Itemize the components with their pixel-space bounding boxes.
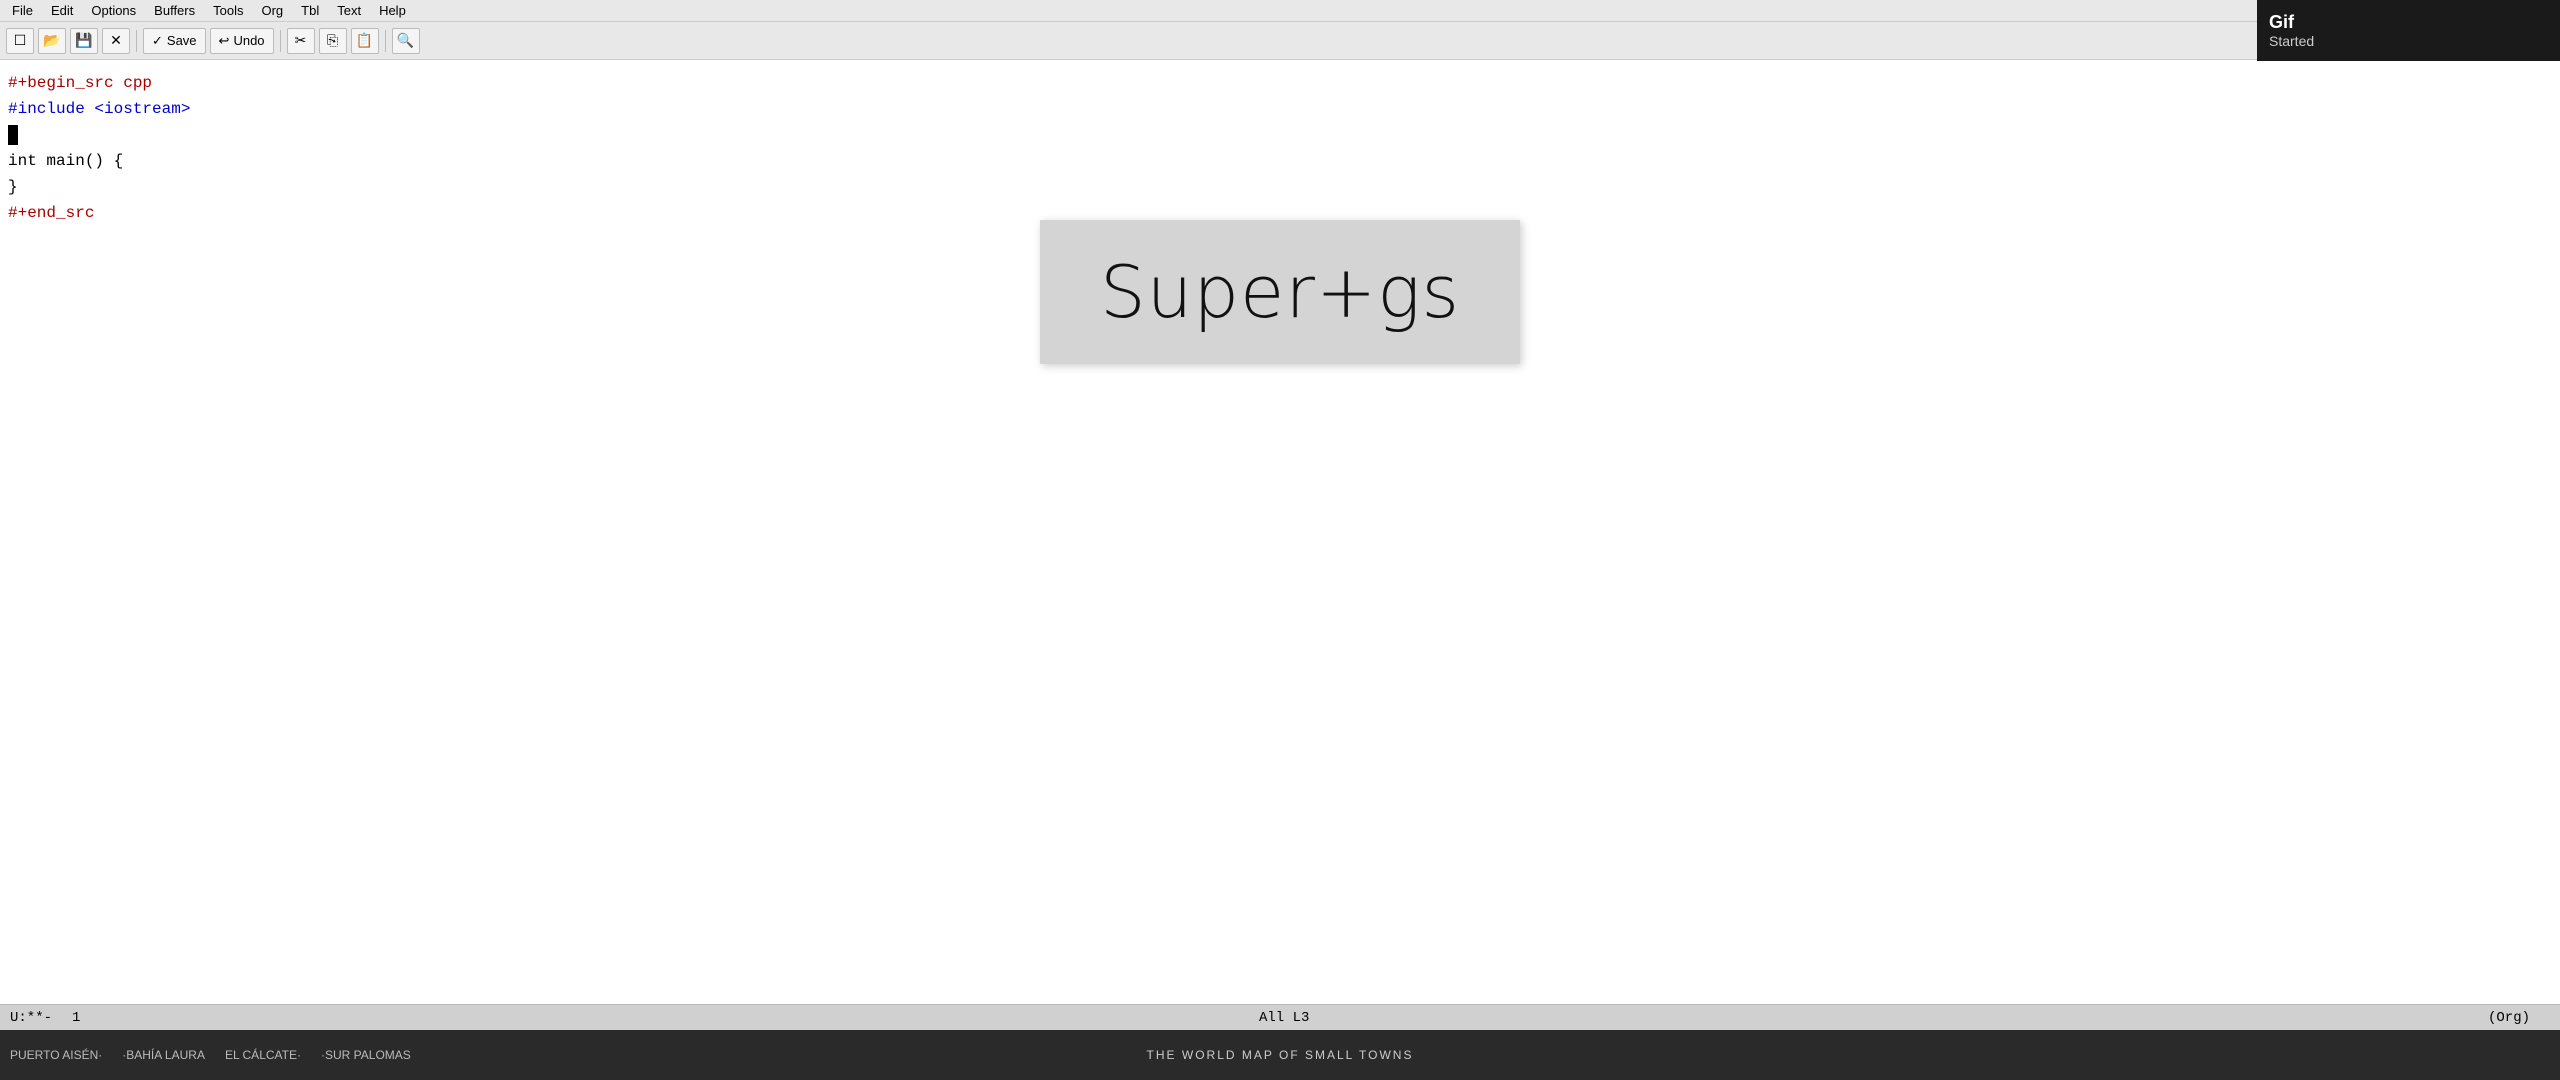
- status-mode: U:**-: [10, 1010, 72, 1026]
- code-line-4: int main() {: [8, 148, 2552, 174]
- disk-icon: 💾: [75, 32, 92, 49]
- close-buffer-button[interactable]: ✕: [102, 28, 130, 54]
- separator-1: [136, 30, 137, 52]
- status-position: All L3: [100, 1010, 2488, 1026]
- save-disk-button[interactable]: 💾: [70, 28, 98, 54]
- new-file-icon: ☐: [14, 32, 27, 49]
- open-file-icon: 📂: [43, 32, 60, 49]
- undo-icon: ↩: [219, 33, 230, 49]
- statusbar: U:**- 1 All L3 (Org): [0, 1004, 2560, 1030]
- menu-tools[interactable]: Tools: [205, 1, 251, 20]
- save-check-icon: ✓: [152, 33, 163, 49]
- cursor: [8, 125, 18, 145]
- taskbar: PUERTO AISÉN· ·BAHÍA LAURA EL CÁLCATE· ·…: [0, 1030, 2560, 1080]
- cut-button[interactable]: ✂: [287, 28, 315, 54]
- status-major-mode: (Org): [2488, 1010, 2550, 1026]
- code-line-5: }: [8, 174, 2552, 200]
- paste-icon: 📋: [356, 32, 373, 49]
- copy-button[interactable]: ⎘: [319, 28, 347, 54]
- editor[interactable]: #+begin_src cpp #include <iostream> int …: [0, 60, 2560, 1004]
- taskbar-item-2: ·BAHÍA LAURA: [122, 1048, 205, 1062]
- menu-buffers[interactable]: Buffers: [146, 1, 203, 20]
- paste-button[interactable]: 📋: [351, 28, 379, 54]
- gif-started-overlay: Gif Started: [2257, 0, 2560, 61]
- undo-button[interactable]: ↩ Undo: [210, 28, 274, 54]
- new-file-button[interactable]: ☐: [6, 28, 34, 54]
- undo-label: Undo: [233, 33, 264, 48]
- taskbar-world-map: THE WORLD MAP OF SMALL TOWNS: [1147, 1048, 1414, 1062]
- taskbar-content: PUERTO AISÉN· ·BAHÍA LAURA EL CÁLCATE· ·…: [10, 1048, 411, 1062]
- search-button[interactable]: 🔍: [392, 28, 420, 54]
- code-line-3: [8, 122, 2552, 148]
- toolbar: ☐ 📂 💾 ✕ ✓ Save ↩ Undo ✂ ⎘ 📋 🔍: [0, 22, 2560, 60]
- gif-title: Gif: [2269, 12, 2548, 33]
- menu-options[interactable]: Options: [83, 1, 144, 20]
- separator-2: [280, 30, 281, 52]
- taskbar-item-3: EL CÁLCATE·: [225, 1048, 301, 1062]
- key-overlay: Super+gs: [1040, 220, 1520, 364]
- menu-help[interactable]: Help: [371, 1, 414, 20]
- menubar: File Edit Options Buffers Tools Org Tbl …: [0, 0, 2560, 22]
- menu-tbl[interactable]: Tbl: [293, 1, 327, 20]
- save-button[interactable]: ✓ Save: [143, 28, 206, 54]
- separator-3: [385, 30, 386, 52]
- save-label: Save: [167, 33, 197, 48]
- status-line: 1: [72, 1010, 100, 1026]
- code-line-2: #include <iostream>: [8, 96, 2552, 122]
- menu-edit[interactable]: Edit: [43, 1, 81, 20]
- search-icon: 🔍: [397, 32, 414, 49]
- close-x-icon: ✕: [110, 32, 122, 49]
- open-file-button[interactable]: 📂: [38, 28, 66, 54]
- copy-icon: ⎘: [327, 32, 338, 49]
- cut-icon: ✂: [295, 32, 307, 49]
- gif-subtitle: Started: [2269, 33, 2548, 49]
- key-overlay-text: Super+gs: [1100, 250, 1460, 334]
- menu-file[interactable]: File: [4, 1, 41, 20]
- menu-org[interactable]: Org: [253, 1, 291, 20]
- taskbar-item-4: ·SUR PALOMAS: [321, 1048, 411, 1062]
- code-line-1: #+begin_src cpp: [8, 70, 2552, 96]
- code-content: #+begin_src cpp #include <iostream> int …: [0, 60, 2560, 236]
- menu-text[interactable]: Text: [329, 1, 369, 20]
- taskbar-item-1: PUERTO AISÉN·: [10, 1048, 102, 1062]
